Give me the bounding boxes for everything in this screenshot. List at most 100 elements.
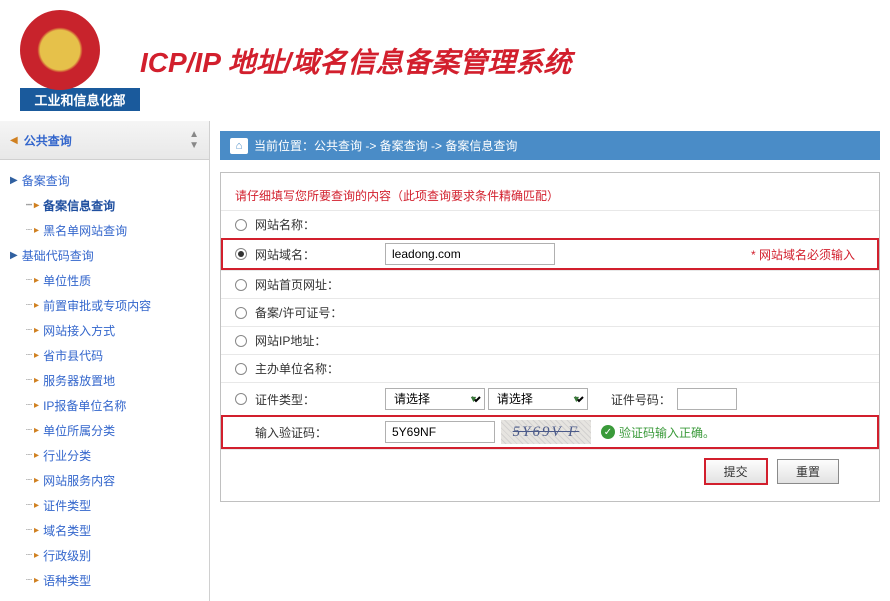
leaf-arrow-icon: ▸ xyxy=(34,575,39,586)
tree-item[interactable]: ┈▸ 网站接入方式 xyxy=(0,318,209,343)
tree-item[interactable]: ┈▸省市县代码 xyxy=(0,343,209,368)
national-emblem: ★ xyxy=(20,10,100,90)
tree-item[interactable]: ┈▸ 语种类型 xyxy=(0,568,209,593)
tree-item[interactable]: ┈▸ IP报备单位名称 xyxy=(0,393,209,418)
form-instruction: 请仔细填写您所要查询的内容（此项查询要求条件精确匹配） xyxy=(221,181,879,210)
label-home-url: 网站首页网址： xyxy=(255,276,339,293)
label-captcha: 输入验证码： xyxy=(255,424,327,441)
tree-item[interactable]: ┈▸ 网站服务内容 xyxy=(0,468,209,493)
tree-connector-icon: ┈ xyxy=(26,400,32,411)
leaf-arrow-icon: ▸ xyxy=(34,475,39,486)
tree-item[interactable]: ┈▸ 单位性质 xyxy=(0,268,209,293)
system-title: ICP/IP 地址/域名信息备案管理系统 xyxy=(140,41,571,81)
tree-item-label: 行业分类 xyxy=(43,447,91,464)
tree-item-label: 单位所属分类 xyxy=(43,422,115,439)
leaf-arrow-icon: ▸ xyxy=(34,225,39,236)
home-icon[interactable]: ⌂ xyxy=(230,138,248,154)
tree-connector-icon: ┈ xyxy=(26,525,32,536)
leaf-arrow-icon: ▸ xyxy=(34,350,39,361)
input-captcha[interactable] xyxy=(385,421,495,443)
radio-sponsor[interactable] xyxy=(235,363,247,375)
input-cert-no[interactable] xyxy=(677,388,737,410)
reset-button[interactable]: 重置 xyxy=(777,459,839,484)
tree-item-label: 语种类型 xyxy=(43,572,91,589)
input-domain[interactable] xyxy=(385,243,555,265)
tree-connector-icon: ┈ xyxy=(26,325,32,336)
leaf-arrow-icon: ▸ xyxy=(34,425,39,436)
tree-item-label: 单位性质 xyxy=(43,272,91,289)
leaf-arrow-icon: ▸ xyxy=(34,450,39,461)
sidebar-header[interactable]: ◀ 公共查询 ▲▼ xyxy=(0,121,209,160)
tree-connector-icon: ┈ xyxy=(26,275,32,286)
tree-item[interactable]: ┈▸ 域名类型 xyxy=(0,518,209,543)
tree-item-label: 服务器放置地 xyxy=(43,372,115,389)
tree-item[interactable]: ┈▸ 备案信息查询 xyxy=(0,193,209,218)
tree-item-label: 前置审批或专项内容 xyxy=(43,297,151,314)
sidebar-title: 公共查询 xyxy=(24,132,189,149)
tree-connector-icon: ┈ xyxy=(26,375,32,386)
leaf-arrow-icon: ▸ xyxy=(34,400,39,411)
radio-record-no[interactable] xyxy=(235,307,247,319)
radio-site-name[interactable] xyxy=(235,219,247,231)
label-cert-no: 证件号码： xyxy=(611,391,671,408)
tree-group[interactable]: ▶ 备案查询 xyxy=(0,168,209,193)
select-cert-type-1[interactable]: 请选择 xyxy=(385,388,485,410)
ministry-name: 工业和信息化部 xyxy=(20,88,140,111)
label-ip: 网站IP地址： xyxy=(255,332,326,349)
label-cert-type: 证件类型： xyxy=(255,391,315,408)
label-domain: 网站域名： xyxy=(255,246,315,263)
tree-item[interactable]: ┈▸ 行政级别 xyxy=(0,543,209,568)
tree-group-label: 基础代码查询 xyxy=(22,247,94,264)
label-sponsor: 主办单位名称： xyxy=(255,360,339,377)
tree-connector-icon: ┈ xyxy=(26,450,32,461)
tree-connector-icon: ┈ xyxy=(26,425,32,436)
leaf-arrow-icon: ▸ xyxy=(34,375,39,386)
tree-item-label: 域名类型 xyxy=(43,522,91,539)
tree-group-label: 备案查询 xyxy=(22,172,70,189)
select-cert-type-2[interactable]: 请选择 xyxy=(488,388,588,410)
tree-item[interactable]: ┈▸ 行业分类 xyxy=(0,443,209,468)
leaf-arrow-icon: ▸ xyxy=(34,325,39,336)
radio-ip[interactable] xyxy=(235,335,247,347)
tree-connector-icon: ┈ xyxy=(26,575,32,586)
tree-item-label: 行政级别 xyxy=(43,547,91,564)
tree-connector-icon: ┈ xyxy=(26,200,32,211)
radio-domain[interactable] xyxy=(235,248,247,260)
submit-button[interactable]: 提交 xyxy=(704,458,768,485)
tree-item-label: IP报备单位名称 xyxy=(43,397,126,414)
arrow-icon: ▶ xyxy=(10,250,18,261)
tree-item[interactable]: ┈▸ 单位所属分类 xyxy=(0,418,209,443)
arrow-icon: ▶ xyxy=(10,175,18,186)
collapse-icon: ◀ xyxy=(10,135,18,146)
leaf-arrow-icon: ▸ xyxy=(34,300,39,311)
expand-toggle-icon[interactable]: ▲▼ xyxy=(189,129,199,151)
tree-item-label: 省市县代码 xyxy=(43,347,103,364)
radio-cert-type[interactable] xyxy=(235,393,247,405)
tree-item-label: 黑名单网站查询 xyxy=(43,222,127,239)
tree-item[interactable]: ┈▸证件类型 xyxy=(0,493,209,518)
tree-item-label: 网站接入方式 xyxy=(43,322,115,339)
leaf-arrow-icon: ▸ xyxy=(34,275,39,286)
label-site-name: 网站名称： xyxy=(255,216,315,233)
leaf-arrow-icon: ▸ xyxy=(34,200,39,211)
breadcrumb: ⌂ 当前位置：公共查询 -> 备案查询 -> 备案信息查询 xyxy=(220,131,880,160)
tree-connector-icon: ┈ xyxy=(26,225,32,236)
breadcrumb-text: 当前位置：公共查询 -> 备案查询 -> 备案信息查询 xyxy=(254,137,517,154)
tree-item-label: 备案信息查询 xyxy=(43,197,115,214)
radio-home-url[interactable] xyxy=(235,279,247,291)
leaf-arrow-icon: ▸ xyxy=(34,525,39,536)
leaf-arrow-icon: ▸ xyxy=(34,500,39,511)
tree-connector-icon: ┈ xyxy=(26,475,32,486)
tree-item[interactable]: ┈▸ 服务器放置地 xyxy=(0,368,209,393)
tree-item-label: 网站服务内容 xyxy=(43,472,115,489)
tree-item[interactable]: ┈▸ 黑名单网站查询 xyxy=(0,218,209,243)
captcha-status: 验证码输入正确。 xyxy=(619,424,715,441)
required-domain-note: * 网站域名必须输入 xyxy=(751,246,865,263)
tree-item[interactable]: ┈▸ 前置审批或专项内容 xyxy=(0,293,209,318)
captcha-image[interactable]: 5Y69V F xyxy=(501,420,591,444)
leaf-arrow-icon: ▸ xyxy=(34,550,39,561)
tree-group[interactable]: ▶ 基础代码查询 xyxy=(0,243,209,268)
tree-connector-icon: ┈ xyxy=(26,300,32,311)
label-record-no: 备案/许可证号： xyxy=(255,304,342,321)
tree-connector-icon: ┈ xyxy=(26,550,32,561)
